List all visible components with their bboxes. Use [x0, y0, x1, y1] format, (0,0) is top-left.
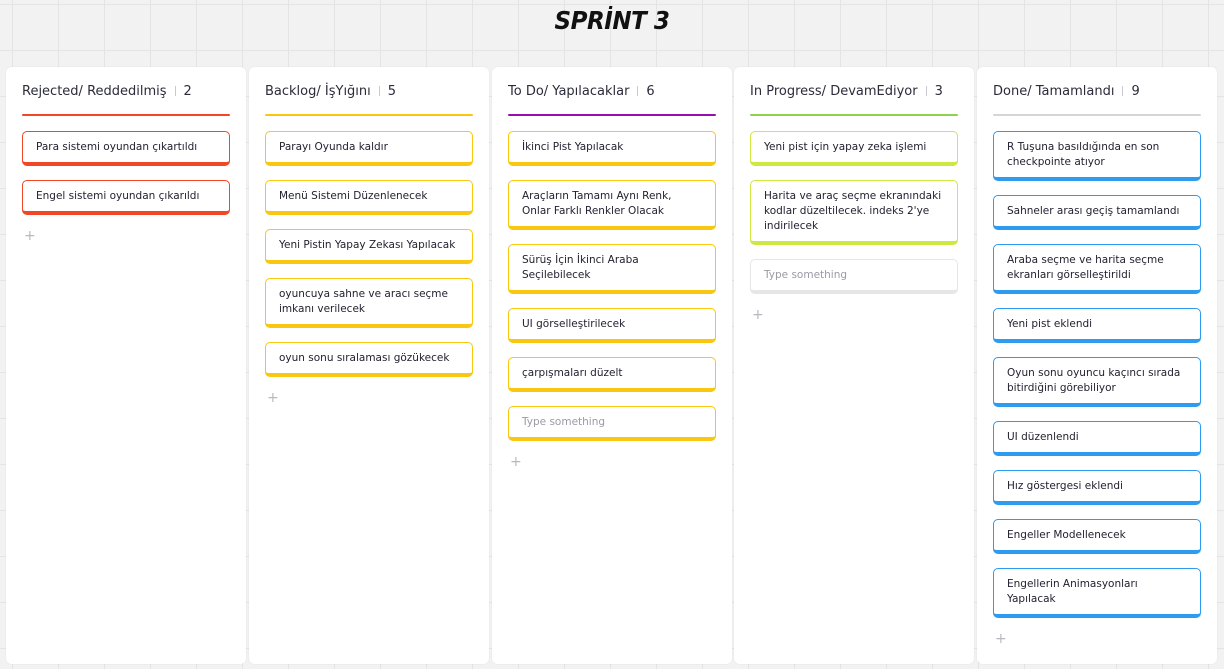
column-color-line [750, 114, 958, 116]
column-rejected: Rejected/ Reddedilmiş 2 Para sistemi oyund… [6, 67, 246, 664]
card-list: Parayı Oyunda kaldır Menü Sistemi Düzenle… [265, 131, 473, 405]
column-header[interactable]: Backlog/ İşYığını 5 [265, 81, 473, 101]
card[interactable]: oyuncuya sahne ve aracı seçme imkanı ver… [265, 278, 473, 328]
card[interactable]: İkinci Pist Yapılacak [508, 131, 716, 166]
column-title[interactable]: Backlog/ İşYığını [265, 84, 371, 99]
add-card-button[interactable]: + [24, 229, 38, 243]
card[interactable]: UI düzenlendi [993, 421, 1201, 456]
column-title[interactable]: In Progress/ DevamEdiyor [750, 84, 918, 99]
column-card-count: 9 [1131, 83, 1140, 99]
column-separator [637, 86, 639, 96]
column-header[interactable]: In Progress/ DevamEdiyor 3 [750, 81, 958, 101]
column-done: Done/ Tamamlandı 9 R Tuşuna basıldığında e… [977, 67, 1217, 664]
card[interactable]: Engel sistemi oyundan çıkarıldı [22, 180, 230, 215]
column-card-count: 3 [934, 83, 943, 99]
add-card-button[interactable]: + [995, 632, 1009, 646]
column-card-count: 2 [183, 83, 192, 99]
card[interactable]: Oyun sonu oyuncu kaçıncı sırada bitirdiğ… [993, 357, 1201, 407]
card[interactable]: Sahneler arası geçiş tamamlandı [993, 195, 1201, 230]
column-color-line [993, 114, 1201, 116]
column-header[interactable]: Done/ Tamamlandı 9 [993, 81, 1201, 101]
add-card-button[interactable]: + [510, 455, 524, 469]
card-list: İkinci Pist Yapılacak Araçların Tamamı Ay… [508, 131, 716, 469]
card[interactable]: Parayı Oyunda kaldır [265, 131, 473, 166]
new-card-input[interactable]: Type something [750, 259, 958, 294]
card[interactable]: R Tuşuna basıldığında en son checkpointe… [993, 131, 1201, 181]
column-color-line [508, 114, 716, 116]
card[interactable]: Araçların Tamamı Aynı Renk, Onlar Farklı… [508, 180, 716, 230]
card[interactable]: çarpışmaları düzelt [508, 357, 716, 392]
card[interactable]: Yeni Pistin Yapay Zekası Yapılacak [265, 229, 473, 264]
add-card-button[interactable]: + [267, 391, 281, 405]
card-list: R Tuşuna basıldığında en son checkpointe… [993, 131, 1201, 646]
column-title[interactable]: To Do/ Yapılacaklar [508, 84, 629, 99]
card[interactable]: Para sistemi oyundan çıkartıldı [22, 131, 230, 166]
card[interactable]: UI görselleştirilecek [508, 308, 716, 343]
card-list: Yeni pist için yapay zeka işlemi Harita v… [750, 131, 958, 322]
column-title[interactable]: Rejected/ Reddedilmiş [22, 84, 167, 99]
column-todo: To Do/ Yapılacaklar 6 İkinci Pist Yapılaca… [492, 67, 732, 664]
card[interactable]: oyun sonu sıralaması gözükecek [265, 342, 473, 377]
card[interactable]: Sürüş İçin İkinci Araba Seçilebilecek [508, 244, 716, 294]
column-header[interactable]: To Do/ Yapılacaklar 6 [508, 81, 716, 101]
column-color-line [265, 114, 473, 116]
card[interactable]: Menü Sistemi Düzenlenecek [265, 180, 473, 215]
column-header[interactable]: Rejected/ Reddedilmiş 2 [22, 81, 230, 101]
add-card-button[interactable]: + [752, 308, 766, 322]
card[interactable]: Engellerin Animasyonları Yapılacak [993, 568, 1201, 618]
card[interactable]: Araba seçme ve harita seçme ekranları gö… [993, 244, 1201, 294]
column-separator [1122, 86, 1124, 96]
column-separator [925, 86, 927, 96]
card[interactable]: Harita ve araç seçme ekranındaki kodlar … [750, 180, 958, 245]
card[interactable]: Hız göstergesi eklendi [993, 470, 1201, 505]
board-title: SPRİNT 3 [554, 6, 670, 35]
column-separator [378, 86, 380, 96]
column-card-count: 5 [387, 83, 397, 99]
card-list: Para sistemi oyundan çıkartıldı Engel sis… [22, 131, 230, 243]
column-in-progress: In Progress/ DevamEdiyor 3 Yeni pist için … [734, 67, 974, 664]
column-separator [174, 86, 176, 96]
column-card-count: 6 [646, 83, 655, 99]
card[interactable]: Yeni pist için yapay zeka işlemi [750, 131, 958, 166]
card[interactable]: Yeni pist eklendi [993, 308, 1201, 343]
column-backlog: Backlog/ İşYığını 5 Parayı Oyunda kaldır Me… [249, 67, 489, 664]
new-card-input[interactable]: Type something [508, 406, 716, 441]
card[interactable]: Engeller Modellenecek [993, 519, 1201, 554]
column-title[interactable]: Done/ Tamamlandı [993, 84, 1114, 99]
column-color-line [22, 114, 230, 116]
